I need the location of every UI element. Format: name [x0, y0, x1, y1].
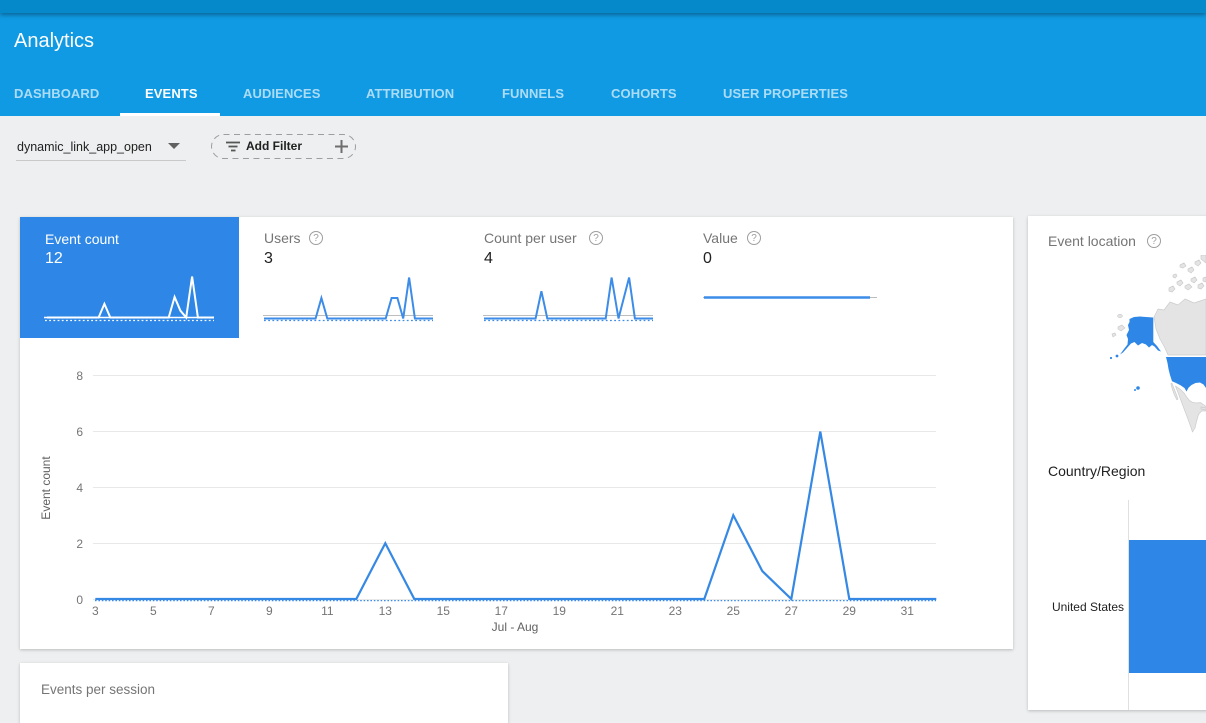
- svg-text:27: 27: [785, 604, 799, 618]
- svg-text:2: 2: [76, 537, 83, 551]
- svg-text:15: 15: [437, 604, 451, 618]
- svg-text:0: 0: [76, 593, 83, 607]
- svg-text:5: 5: [150, 604, 157, 618]
- svg-text:8: 8: [76, 369, 83, 383]
- svg-text:19: 19: [553, 604, 567, 618]
- svg-text:17: 17: [495, 604, 509, 618]
- svg-text:7: 7: [208, 604, 215, 618]
- svg-text:23: 23: [669, 604, 683, 618]
- svg-text:11: 11: [321, 604, 334, 618]
- svg-text:13: 13: [379, 604, 393, 618]
- svg-text:21: 21: [611, 604, 625, 618]
- svg-text:29: 29: [843, 604, 857, 618]
- svg-text:4: 4: [76, 481, 83, 495]
- svg-text:31: 31: [901, 604, 915, 618]
- svg-text:6: 6: [76, 425, 83, 439]
- svg-text:Jul - Aug: Jul - Aug: [492, 620, 539, 634]
- svg-text:Event count: Event count: [39, 456, 53, 520]
- svg-text:25: 25: [727, 604, 741, 618]
- svg-text:9: 9: [266, 604, 273, 618]
- svg-text:3: 3: [92, 604, 99, 618]
